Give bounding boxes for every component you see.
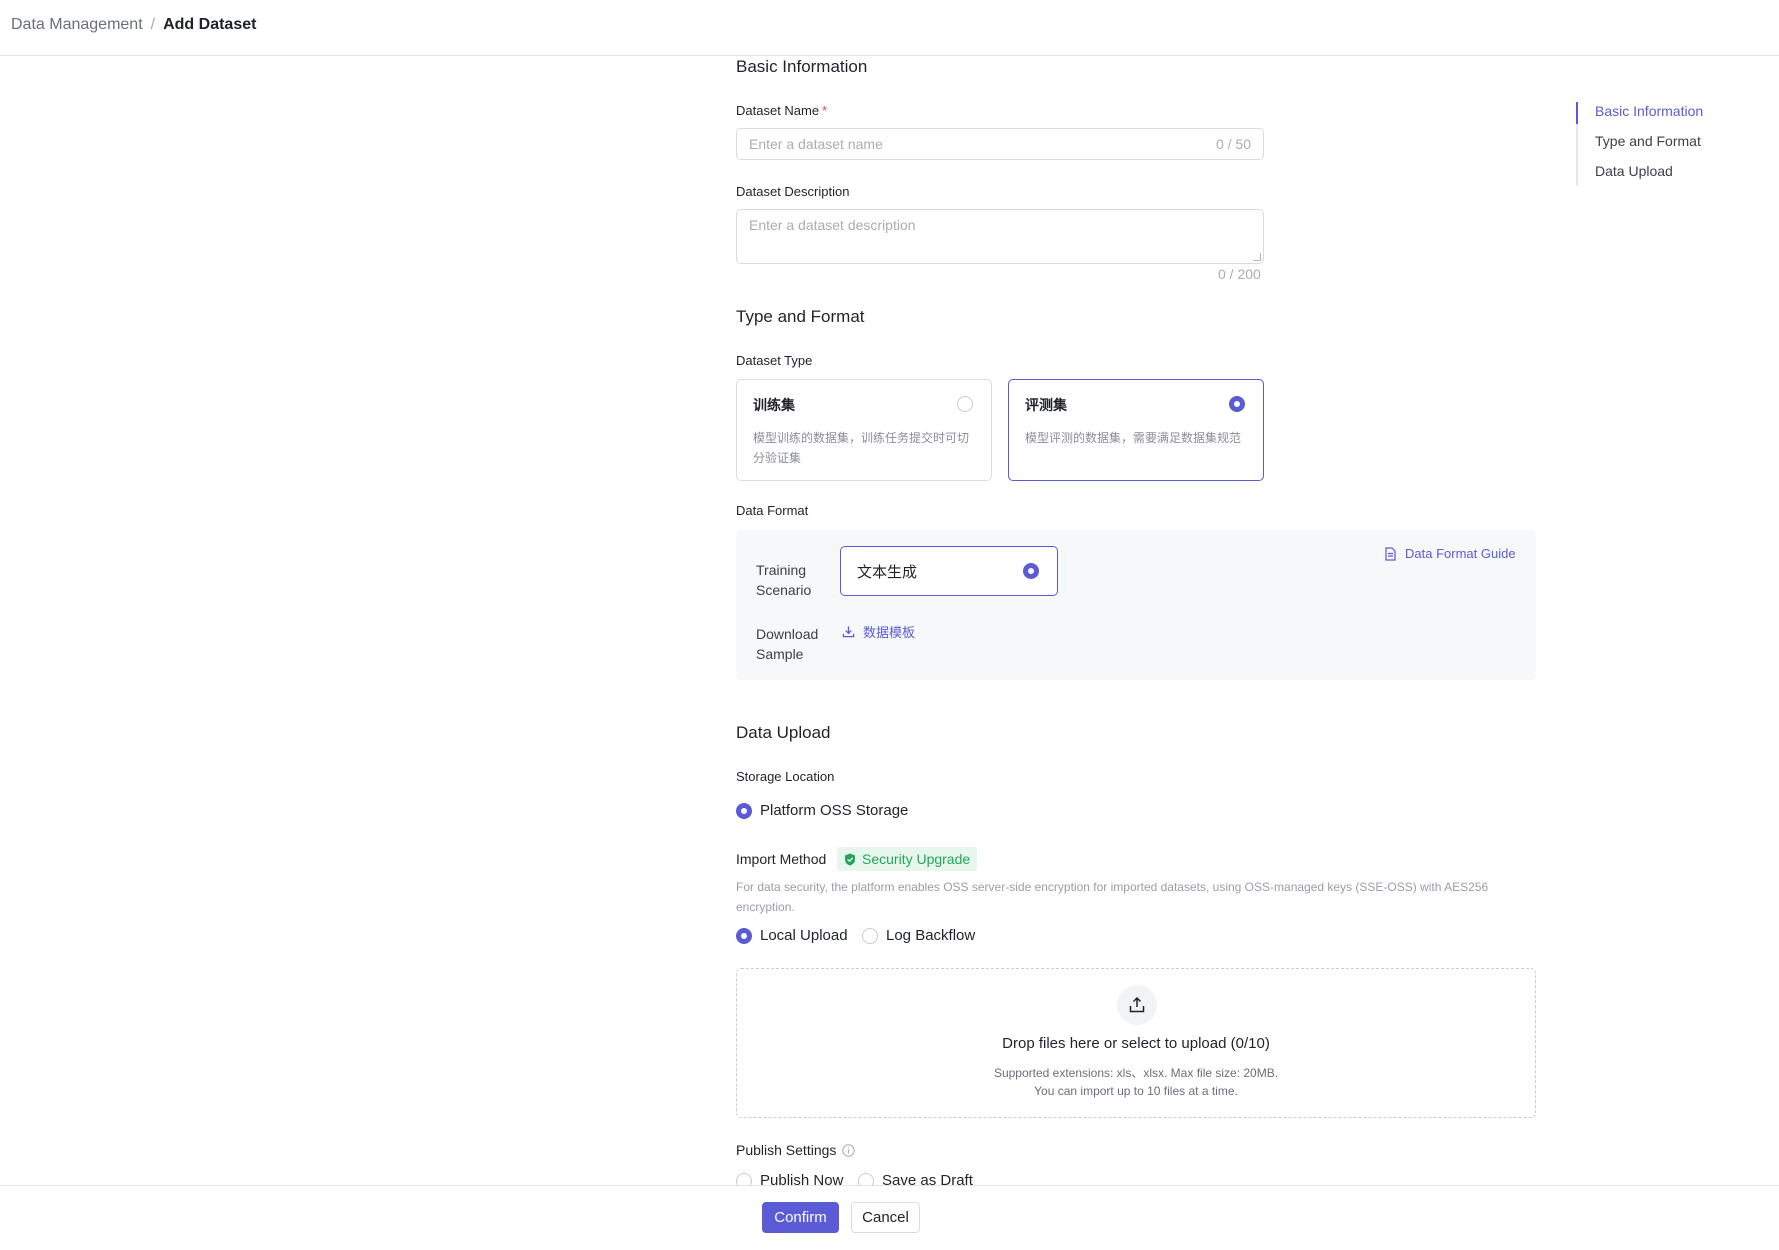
scenario-radio[interactable] (1023, 563, 1039, 579)
document-icon (1384, 546, 1397, 561)
log-backflow-radio[interactable] (862, 927, 878, 944)
publish-now-radio[interactable] (736, 1172, 752, 1185)
breadcrumb-parent-link[interactable]: Data Management (11, 14, 143, 36)
resize-handle-icon[interactable] (1253, 253, 1261, 261)
publish-now-label: Publish Now (760, 1172, 844, 1185)
data-format-label: Data Format (736, 503, 809, 518)
security-upgrade-text: Security Upgrade (862, 851, 971, 867)
save-draft-label: Save as Draft (882, 1172, 973, 1185)
download-sample-label: Download Sample (756, 626, 819, 662)
dataset-name-label: Dataset Name * (736, 103, 827, 118)
local-upload-label: Local Upload (760, 927, 848, 944)
training-scenario-label: Training Scenario (756, 562, 812, 598)
top-bar: Data Management / Add Dataset (0, 0, 1779, 56)
storage-location-label: Storage Location (736, 769, 835, 784)
storage-option-label: Platform OSS Storage (760, 802, 909, 819)
dataset-name-label-text: Dataset Name (736, 103, 820, 118)
security-upgrade-badge: Security Upgrade (837, 847, 978, 871)
section-title-basic: Basic Information (736, 57, 868, 76)
import-method-local-upload[interactable]: Local Upload (736, 927, 848, 944)
breadcrumb-current: Add Dataset (163, 16, 257, 33)
dataset-type-radio-evaluation[interactable] (1229, 396, 1245, 412)
dataset-name-char-count: 0 / 50 (1215, 136, 1251, 152)
file-upload-dropzone[interactable]: Drop files here or select to upload (0/1… (736, 968, 1536, 1118)
anchor-type-and-format[interactable]: Type and Format (1595, 133, 1701, 149)
anchor-nav-active-indicator (1576, 102, 1578, 124)
cancel-button[interactable]: Cancel (851, 1202, 920, 1233)
data-format-panel: Training Scenario 文本生成 Download Sample 数… (736, 530, 1536, 680)
storage-radio[interactable] (736, 802, 752, 819)
dataset-name-placeholder: Enter a dataset name (749, 136, 883, 152)
data-template-link[interactable]: 数据模板 (842, 622, 915, 641)
publish-option-draft[interactable]: Save as Draft (858, 1172, 973, 1185)
data-format-guide-text: Data Format Guide (1405, 546, 1516, 561)
download-icon (842, 625, 855, 638)
scenario-name: 文本生成 (857, 564, 918, 581)
confirm-button[interactable]: Confirm (762, 1202, 839, 1233)
import-method-label: Import Method (736, 851, 827, 867)
publish-settings-label: Publish Settings (736, 1142, 856, 1158)
section-title-type-format: Type and Format (736, 307, 865, 326)
encryption-note: For data security, the platform enables … (736, 880, 1489, 914)
anchor-basic-information[interactable]: Basic Information (1595, 103, 1703, 119)
form-content: Basic Information Dataset Name * Enter a … (0, 57, 1779, 1185)
info-icon[interactable] (842, 1143, 856, 1157)
dropzone-limit-hint: You can import up to 10 files at a time. (1034, 1084, 1238, 1098)
dataset-type-description: 模型评测的数据集，需要满足数据集规范 (1025, 431, 1242, 445)
breadcrumb: Data Management / Add Dataset (11, 14, 256, 36)
import-method-log-backflow[interactable]: Log Backflow (862, 927, 975, 944)
upload-icon (1117, 985, 1157, 1025)
dataset-type-radio-training[interactable] (957, 396, 973, 412)
dataset-type-name: 评测集 (1025, 397, 1067, 413)
footer-action-bar: Confirm Cancel (0, 1185, 1779, 1250)
required-mark: * (822, 103, 828, 118)
scenario-card-text-generation[interactable]: 文本生成 (840, 546, 1058, 596)
shield-check-icon (844, 853, 856, 866)
dataset-description-label: Dataset Description (736, 184, 850, 199)
publish-option-now[interactable]: Publish Now (736, 1172, 843, 1185)
anchor-data-upload[interactable]: Data Upload (1595, 163, 1673, 179)
save-draft-radio[interactable] (858, 1172, 874, 1185)
dataset-type-card-evaluation[interactable]: 评测集 模型评测的数据集，需要满足数据集规范 (1008, 379, 1264, 481)
data-format-guide-link[interactable]: Data Format Guide (1384, 546, 1516, 561)
publish-settings-text: Publish Settings (736, 1142, 837, 1158)
dataset-type-description: 模型训练的数据集，训练任务提交时可切分验证集 (753, 431, 970, 465)
log-backflow-label: Log Backflow (886, 927, 976, 944)
dataset-type-card-training[interactable]: 训练集 模型训练的数据集，训练任务提交时可切分验证集 (736, 379, 992, 481)
breadcrumb-separator: / (150, 16, 156, 33)
data-template-link-text: 数据模板 (863, 625, 916, 640)
dataset-name-input[interactable]: Enter a dataset name 0 / 50 (736, 128, 1264, 160)
dropzone-title: Drop files here or select to upload (0/1… (1002, 1035, 1270, 1052)
dataset-type-name: 训练集 (753, 397, 795, 413)
dataset-description-placeholder: Enter a dataset description (749, 217, 916, 233)
storage-option-platform-oss[interactable]: Platform OSS Storage (736, 802, 908, 819)
dataset-description-textarea[interactable]: Enter a dataset description (736, 209, 1264, 264)
dataset-description-char-count: 0 / 200 (1218, 266, 1261, 282)
dataset-type-label: Dataset Type (736, 353, 813, 368)
section-title-data-upload: Data Upload (736, 723, 831, 742)
dropzone-extensions-hint: Supported extensions: xls、xlsx. Max file… (993, 1066, 1279, 1080)
local-upload-radio[interactable] (736, 927, 752, 944)
